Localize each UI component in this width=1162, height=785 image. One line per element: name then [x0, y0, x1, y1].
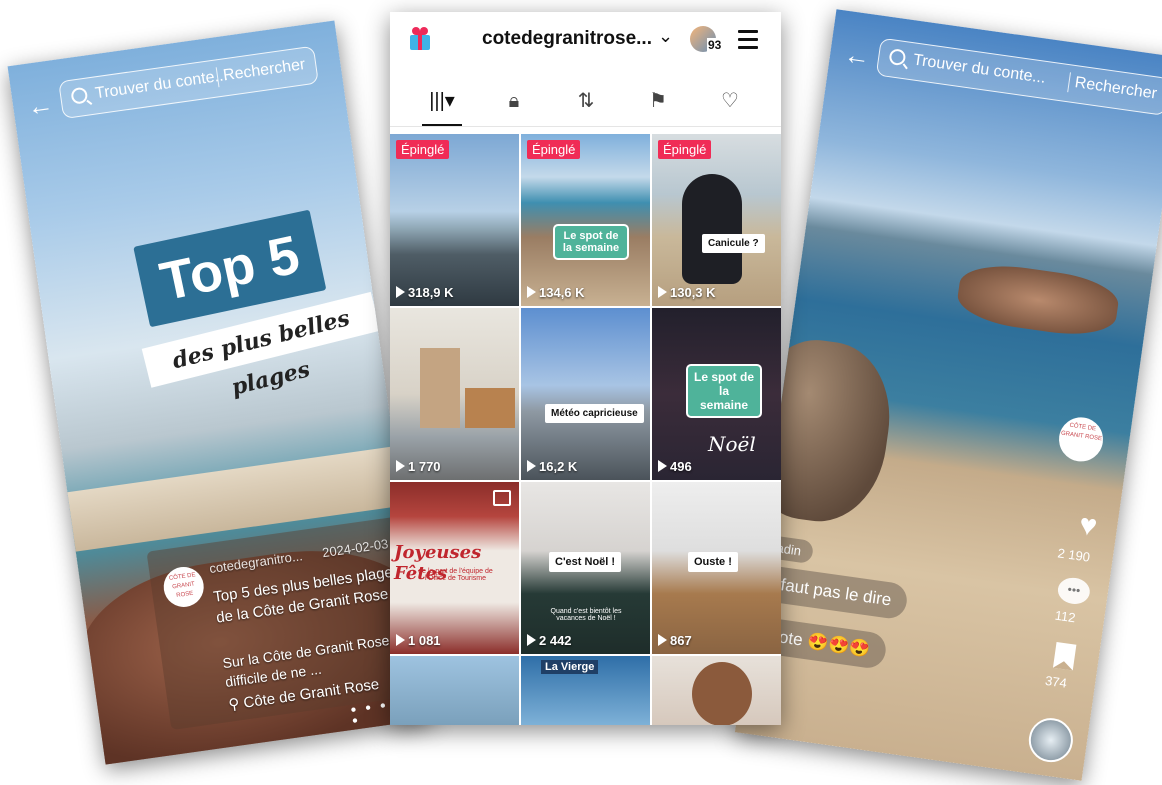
view-count: 867 [658, 633, 692, 648]
bookmark-icon[interactable] [1052, 641, 1077, 671]
view-count-value: 496 [670, 459, 692, 474]
left-search-placeholder: Trouver du conte... [94, 66, 229, 103]
play-icon [527, 460, 536, 472]
notification-count: 93 [707, 38, 723, 52]
play-icon [396, 460, 405, 472]
person-figure [682, 174, 742, 284]
right-search-button[interactable]: Rechercher [1074, 74, 1158, 103]
left-search-button[interactable]: Rechercher [222, 56, 306, 85]
tab-videos-grid-icon[interactable]: |||▾ [412, 78, 472, 126]
pinned-badge: Épinglé [658, 140, 712, 159]
search-icon [888, 48, 907, 67]
office-desk [465, 388, 515, 428]
play-icon [658, 460, 667, 472]
tab-private-lock-icon[interactable]: 🔒︎ [484, 78, 544, 124]
gift-bow-right [420, 27, 428, 35]
back-arrow-icon[interactable]: ← [25, 89, 55, 122]
gift-bow-left [412, 27, 420, 35]
search-divider [1067, 72, 1071, 93]
play-icon [658, 634, 667, 646]
left-video-screen[interactable]: ← Trouver du conte... Rechercher Top 5 d… [7, 20, 433, 765]
right-video-screen[interactable]: ← Trouver du conte... Rechercher CÔTE DE… [734, 9, 1162, 781]
video-tile-11[interactable]: La Vierge [521, 656, 650, 725]
profile-screen: cotedegranitrose... ⌄ 93 |||▾ 🔒︎ ⇅ ⚑ ♡ É… [390, 12, 781, 725]
gift-ribbon [418, 35, 422, 50]
left-search-box[interactable]: Trouver du conte... Rechercher [58, 45, 319, 120]
pinned-badge: Épinglé [527, 140, 581, 159]
view-count: 318,9 K [396, 285, 454, 300]
view-count: 134,6 K [527, 285, 585, 300]
video-tile-6[interactable]: Le spot de la semaine Noël 496 [652, 308, 781, 480]
music-disc-icon[interactable] [1026, 715, 1076, 765]
profile-username[interactable]: cotedegranitrose... [482, 28, 652, 50]
play-icon [396, 286, 405, 298]
logo-text: CÔTE DE GRANIT ROSE [1060, 422, 1103, 443]
view-count: 1 770 [396, 459, 441, 474]
person-head [692, 662, 752, 725]
video-overlay-text: Le spot de la semaine [553, 224, 629, 260]
video-tile-7[interactable]: Joyeuses Fêtes de la part de l'équipe de… [390, 482, 519, 654]
video-tile-2[interactable]: Épinglé Le spot de la semaine 134,6 K [521, 134, 650, 306]
noel-script-text: Noël [708, 432, 756, 456]
right-search-placeholder: Trouver du conte... [912, 51, 1047, 87]
view-count-value: 1 081 [408, 633, 441, 648]
comment-bubble-icon[interactable]: ••• [1056, 575, 1092, 606]
play-icon [527, 634, 536, 646]
brand-logo: CÔTE DE GRANIT ROSE [1056, 414, 1106, 465]
left-top-bar: ← Trouver du conte... Rechercher [8, 20, 345, 135]
video-overlay-text: La Vierge [541, 660, 599, 674]
view-count: 16,2 K [527, 459, 577, 474]
view-count: 496 [658, 459, 692, 474]
view-count-value: 318,9 K [408, 285, 454, 300]
menu-hamburger-icon[interactable] [738, 30, 758, 54]
video-overlay-subtext: de la part de l'équipe de l'Office de To… [418, 568, 493, 582]
video-tile-12[interactable] [652, 656, 781, 725]
view-count-value: 16,2 K [539, 459, 578, 474]
logo-text: CÔTE DE GRANIT ROSE [168, 572, 196, 600]
video-tile-1[interactable]: Épinglé 318,9 K [390, 134, 519, 306]
view-count: 2 442 [527, 633, 572, 648]
like-heart-icon[interactable]: ♥ [1077, 508, 1099, 544]
view-count-value: 134,6 K [539, 285, 585, 300]
tab-liked-heart-icon[interactable]: ♡ [700, 78, 760, 124]
view-count-value: 867 [670, 633, 692, 648]
tab-repost-icon[interactable]: ⇅ [556, 78, 616, 124]
video-tile-4[interactable]: 1 770 [390, 308, 519, 480]
view-count: 130,3 K [658, 285, 716, 300]
granite-rock [954, 259, 1122, 341]
play-icon [527, 286, 536, 298]
profile-header: cotedegranitrose... ⌄ 93 [390, 12, 781, 68]
tab-favorites-bookmark-icon[interactable]: ⚑ [628, 78, 688, 124]
office-door [420, 348, 460, 428]
comments-count: 112 [1053, 607, 1077, 626]
video-overlay-text: Ouste ! [688, 552, 738, 572]
view-count: 1 081 [396, 633, 441, 648]
video-tile-5[interactable]: Météo capricieuse 16,2 K [521, 308, 650, 480]
view-count-value: 1 770 [408, 459, 441, 474]
video-overlay-subtext: Quand c'est bientôt les vacances de Noël… [550, 608, 622, 622]
video-overlay-text: C'est Noël ! [549, 552, 622, 572]
video-tile-8[interactable]: C'est Noël ! Quand c'est bientôt les vac… [521, 482, 650, 654]
likes-count: 2 190 [1056, 545, 1091, 565]
saves-count: 374 [1044, 672, 1068, 691]
video-overlay-text: Météo capricieuse [545, 404, 644, 423]
back-arrow-icon[interactable]: ← [842, 39, 872, 72]
video-overlay-text: Canicule ? [702, 234, 765, 253]
profile-tabs: |||▾ 🔒︎ ⇅ ⚑ ♡ [390, 78, 781, 127]
chevron-down-icon[interactable]: ⌄ [658, 26, 673, 47]
gallery-icon [493, 490, 511, 506]
video-overlay-text: Le spot de la semaine [686, 364, 762, 418]
gift-icon[interactable] [408, 26, 432, 50]
video-tile-9[interactable]: Ouste ! 867 [652, 482, 781, 654]
video-tile-10[interactable] [390, 656, 519, 725]
view-count-value: 130,3 K [670, 285, 716, 300]
search-icon [70, 86, 89, 105]
right-search-box[interactable]: Trouver du conte... Rechercher [875, 37, 1162, 116]
play-icon [396, 634, 405, 646]
video-tile-3[interactable]: Épinglé Canicule ? 130,3 K [652, 134, 781, 306]
view-count-value: 2 442 [539, 633, 572, 648]
right-top-bar: ← Trouver du conte... Rechercher [827, 9, 1162, 127]
pinned-badge: Épinglé [396, 140, 450, 159]
play-icon [658, 286, 667, 298]
